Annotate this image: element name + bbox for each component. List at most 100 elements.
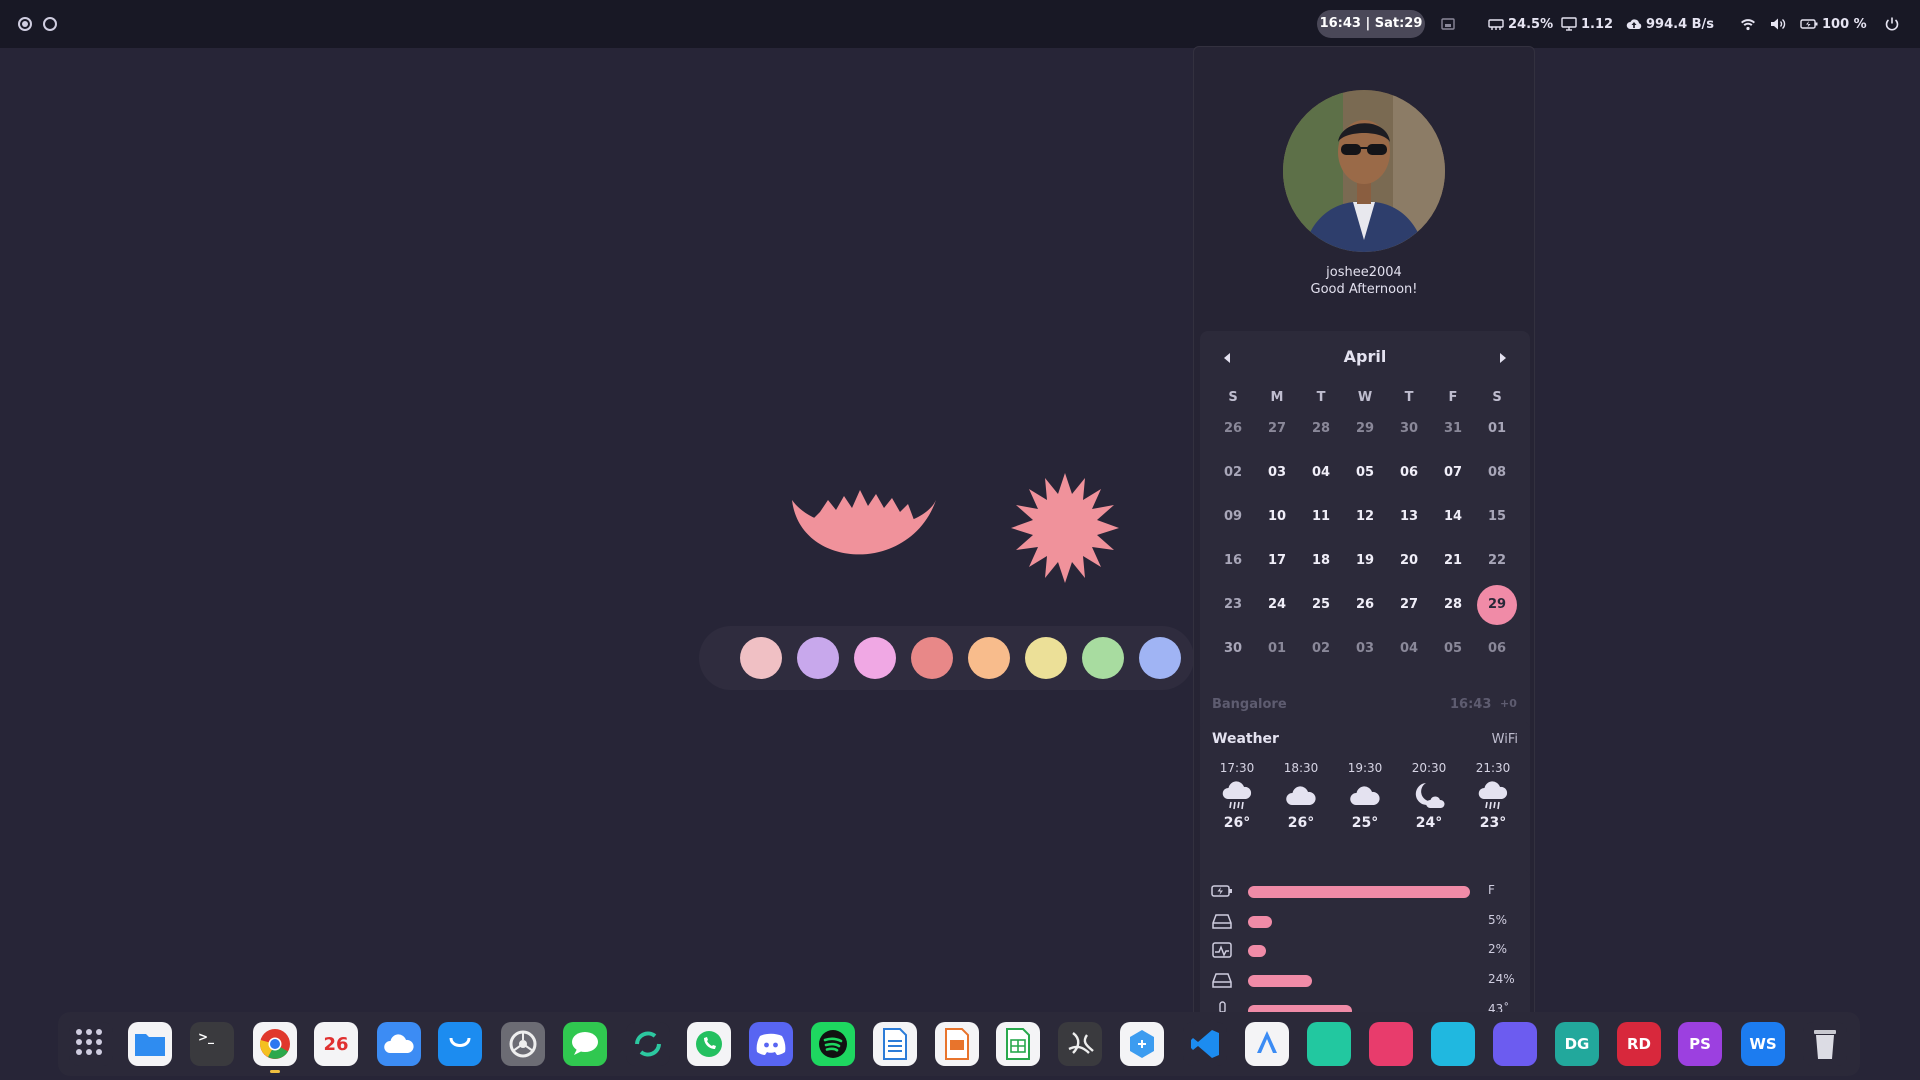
calendar-day[interactable]: 30 <box>1389 409 1429 449</box>
network-speed-value: 994.4 B/s <box>1646 16 1715 32</box>
forecast-time: 20:30 <box>1411 761 1447 775</box>
calendar-day[interactable]: 10 <box>1257 497 1297 537</box>
network-speed[interactable]: 994.4 B/s <box>1626 14 1714 34</box>
calendar-day[interactable]: 16 <box>1213 541 1253 581</box>
writer-icon <box>880 1027 910 1061</box>
calendar-day[interactable]: 28 <box>1301 409 1341 449</box>
calendar-day[interactable]: 30 <box>1213 629 1253 669</box>
calendar-day[interactable]: 17 <box>1257 541 1297 581</box>
dock-app-datagrip[interactable]: DG <box>1555 1022 1599 1066</box>
memory-value: 24.5% <box>1508 16 1554 32</box>
dock-app-obs[interactable] <box>1058 1022 1102 1066</box>
calendar-day[interactable]: 06 <box>1389 453 1429 493</box>
dock-app-messages[interactable] <box>563 1022 607 1066</box>
dock-app-pycharm-alt[interactable] <box>1120 1022 1164 1066</box>
dock-app-app-store[interactable] <box>438 1022 482 1066</box>
wifi-icon[interactable] <box>1740 14 1756 34</box>
calendar-day[interactable]: 02 <box>1301 629 1341 669</box>
dock-app-spotify[interactable] <box>811 1022 855 1066</box>
dock-app-weather[interactable] <box>377 1022 421 1066</box>
calendar-day[interactable]: 23 <box>1213 585 1253 625</box>
workspace-2-indicator[interactable] <box>43 17 57 31</box>
calendar-day[interactable]: 22 <box>1477 541 1517 581</box>
calendar-day[interactable]: 28 <box>1433 585 1473 625</box>
dock-app-whatsapp[interactable] <box>687 1022 731 1066</box>
cpu-load[interactable]: 1.12 <box>1561 14 1613 34</box>
calendar-day[interactable]: 04 <box>1389 629 1429 669</box>
calendar-day[interactable]: 26 <box>1345 585 1385 625</box>
screenshot-icon[interactable] <box>1440 14 1456 34</box>
world-clock-row: Bangalore 16:43 +0 <box>1212 697 1522 712</box>
cpu-load-value: 1.12 <box>1581 16 1614 32</box>
dock-app-jetbrains-2[interactable] <box>1369 1022 1413 1066</box>
calendar-day[interactable]: 26 <box>1213 409 1253 449</box>
forecast-item: 19:30 25° <box>1333 761 1397 831</box>
dock-app-files[interactable] <box>128 1022 172 1066</box>
calendar-day[interactable]: 02 <box>1213 453 1253 493</box>
calendar-day[interactable]: 15 <box>1477 497 1517 537</box>
greeting: Good Afternoon! <box>1310 282 1418 297</box>
dock-app-calc[interactable] <box>996 1022 1040 1066</box>
calendar-day[interactable]: 25 <box>1301 585 1341 625</box>
dock-app-app-grid[interactable] <box>69 1022 113 1066</box>
next-month-icon[interactable] <box>1500 353 1506 363</box>
calendar-day[interactable]: 31 <box>1433 409 1473 449</box>
dock-app-writer[interactable] <box>873 1022 917 1066</box>
spotify-icon <box>817 1028 849 1060</box>
dock-app-jetbrains-4[interactable] <box>1493 1022 1537 1066</box>
forecast-item: 21:30 23° <box>1461 761 1525 831</box>
calendar-day[interactable]: 13 <box>1389 497 1429 537</box>
palette-swatch <box>740 637 782 679</box>
calendar-day[interactable]: 08 <box>1477 453 1517 493</box>
clock[interactable]: 16:43 | Sat:29 <box>1317 10 1425 38</box>
dock-app-rider[interactable]: RD <box>1617 1022 1661 1066</box>
calendar-day[interactable]: 24 <box>1257 585 1297 625</box>
palette-swatch <box>854 637 896 679</box>
calendar-day[interactable]: 05 <box>1433 629 1473 669</box>
calendar-day[interactable]: 05 <box>1345 453 1385 493</box>
dock-app-jetbrains-1[interactable] <box>1307 1022 1351 1066</box>
calendar-day[interactable]: 27 <box>1389 585 1429 625</box>
dock-app-phpstorm[interactable]: PS <box>1678 1022 1722 1066</box>
dock-app-settings[interactable] <box>501 1022 545 1066</box>
calendar-day[interactable]: 07 <box>1433 453 1473 493</box>
forecast-time: 18:30 <box>1283 761 1319 775</box>
calendar-day[interactable]: 19 <box>1345 541 1385 581</box>
vscode-icon <box>1188 1027 1222 1061</box>
calendar-day[interactable]: 29 <box>1345 409 1385 449</box>
calendar-day[interactable]: 20 <box>1389 541 1429 581</box>
calendar-day[interactable]: 21 <box>1433 541 1473 581</box>
calendar-day[interactable]: 01 <box>1257 629 1297 669</box>
dock-app-android-studio[interactable] <box>1245 1022 1289 1066</box>
calendar-day[interactable]: 06 <box>1477 629 1517 669</box>
dock-app-discord[interactable] <box>749 1022 793 1066</box>
calendar-day[interactable]: 04 <box>1301 453 1341 493</box>
battery-status[interactable]: 100 % <box>1800 14 1867 34</box>
dock-app-trash[interactable] <box>1803 1022 1847 1066</box>
memory-usage[interactable]: 24.5% <box>1488 14 1553 34</box>
workspace-1-indicator[interactable] <box>18 17 32 31</box>
calendar-day[interactable]: 01 <box>1477 409 1517 449</box>
calendar-day[interactable]: 14 <box>1433 497 1473 537</box>
dock-app-impress[interactable] <box>935 1022 979 1066</box>
dashboard-panel: joshee2004 Good Afternoon! April S M T W… <box>1193 46 1535 1042</box>
calendar-day[interactable]: 27 <box>1257 409 1297 449</box>
calendar-day[interactable]: 03 <box>1345 629 1385 669</box>
calendar-day[interactable]: 09 <box>1213 497 1253 537</box>
dock-app-chrome[interactable] <box>253 1022 297 1066</box>
calendar-day-today[interactable]: 29 <box>1477 585 1517 625</box>
calendar-day[interactable]: 12 <box>1345 497 1385 537</box>
app-store-icon <box>445 1029 475 1059</box>
battery-charging-icon <box>1800 19 1818 29</box>
dock-app-calendar[interactable]: 26 <box>314 1022 358 1066</box>
calendar-day[interactable]: 03 <box>1257 453 1297 493</box>
power-icon[interactable] <box>1884 14 1900 34</box>
dock-app-sync[interactable] <box>626 1022 670 1066</box>
dock-app-webstorm[interactable]: WS <box>1741 1022 1785 1066</box>
calendar-day[interactable]: 18 <box>1301 541 1341 581</box>
dock-app-vscode[interactable] <box>1183 1022 1227 1066</box>
volume-icon[interactable] <box>1770 14 1786 34</box>
calendar-day[interactable]: 11 <box>1301 497 1341 537</box>
dock-app-jetbrains-3[interactable] <box>1431 1022 1475 1066</box>
dock-app-terminal[interactable]: >_ <box>190 1022 234 1066</box>
